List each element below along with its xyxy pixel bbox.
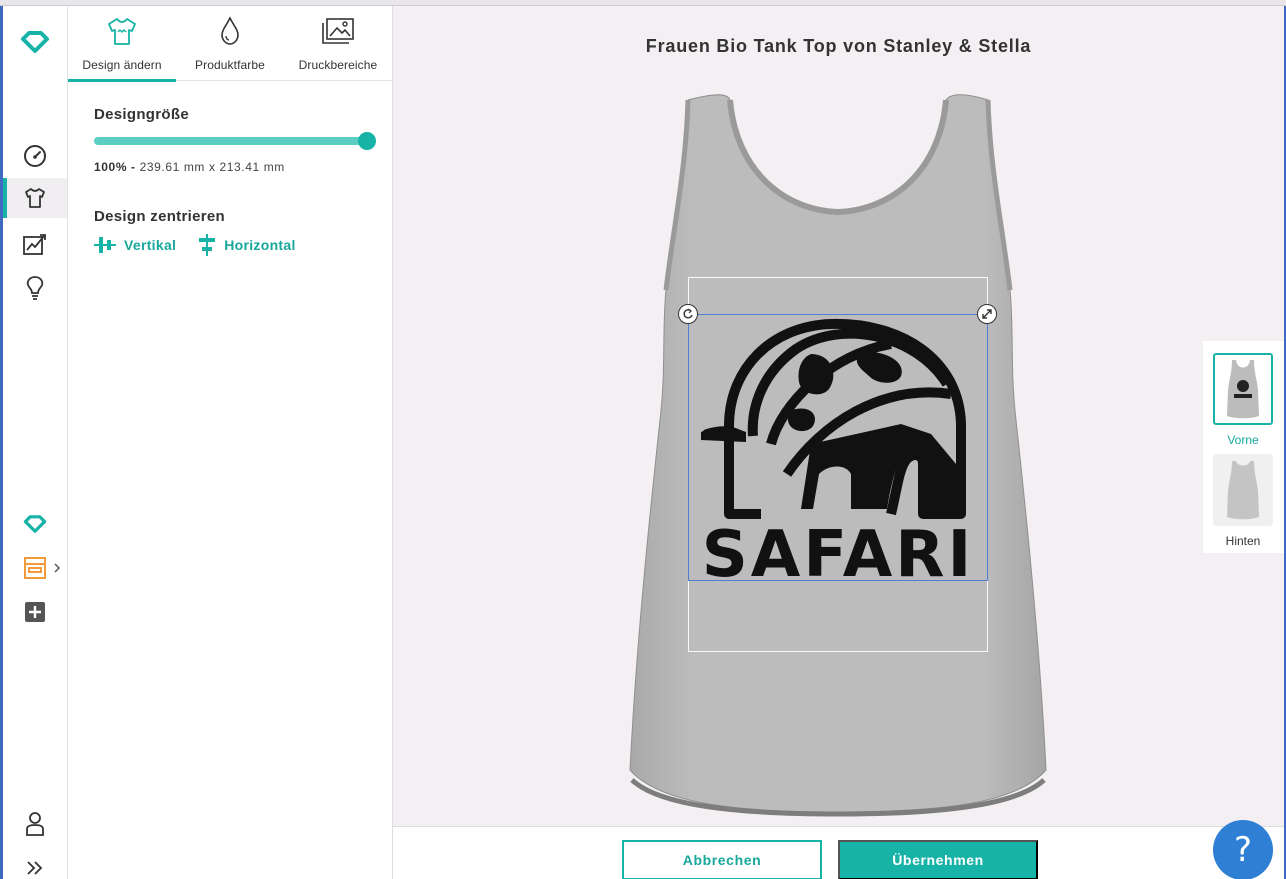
images-icon xyxy=(321,16,355,46)
center-design-title: Design zentrieren xyxy=(94,208,225,225)
preview-stage: Frauen Bio Tank Top von Stanley & Stella xyxy=(393,6,1284,826)
rail-dashboard[interactable] xyxy=(3,136,67,176)
design-size-slider[interactable] xyxy=(94,132,376,150)
rail-account[interactable] xyxy=(3,804,67,844)
rail-add[interactable] xyxy=(3,592,67,632)
view-switcher: Vorne Hinten xyxy=(1203,341,1284,553)
align-horizontal-center-icon xyxy=(199,234,216,256)
chart-image-icon xyxy=(23,234,46,255)
design-text: SAFARI xyxy=(702,518,975,580)
brand-logo[interactable] xyxy=(3,22,67,62)
lightbulb-icon xyxy=(26,276,44,300)
double-chevron-right-icon xyxy=(27,861,43,875)
tab-label: Design ändern xyxy=(82,58,162,72)
action-footer: Abbrechen Übernehmen xyxy=(393,826,1284,879)
tab-design-andern[interactable]: Design ändern xyxy=(68,6,176,82)
resize-diagonal-icon xyxy=(982,309,992,319)
center-horizontal-label: Horizontal xyxy=(224,237,296,253)
droplet-icon xyxy=(218,16,242,46)
slider-thumb[interactable] xyxy=(358,132,376,150)
scale-handle[interactable] xyxy=(977,304,997,324)
apply-button[interactable]: Übernehmen xyxy=(838,840,1038,879)
view-front-label: Vorne xyxy=(1227,433,1259,447)
rail-expand[interactable] xyxy=(3,848,67,879)
view-back-thumbnail[interactable] xyxy=(1213,454,1273,526)
rail-product-designer[interactable] xyxy=(3,178,67,218)
view-front-thumbnail[interactable] xyxy=(1213,353,1273,425)
shop-icon xyxy=(24,557,46,579)
safari-design[interactable]: SAFARI xyxy=(701,314,975,580)
design-size-title: Designgröße xyxy=(94,106,189,123)
tab-produktfarbe[interactable]: Produktfarbe xyxy=(176,6,284,81)
rail-marketplace[interactable] xyxy=(3,504,67,544)
panel-tabs: Design ändern Produktfarbe Druckbereiche xyxy=(68,6,392,82)
size-separator: - xyxy=(131,160,136,174)
center-vertical-button[interactable]: Vertikal xyxy=(94,234,176,256)
tank-top-front-thumb-icon xyxy=(1227,360,1259,419)
logo-diamond-icon xyxy=(21,31,49,53)
rotate-icon xyxy=(683,308,693,319)
center-buttons: Vertikal Horizontal xyxy=(94,234,296,256)
diamond-logo-icon xyxy=(23,515,47,533)
tank-top-back-thumb-icon xyxy=(1227,461,1259,520)
help-button[interactable]: ? xyxy=(1213,820,1273,879)
plus-square-icon xyxy=(25,602,45,622)
view-front[interactable]: Vorne xyxy=(1213,353,1273,447)
design-panel: Design ändern Produktfarbe Druckbereiche… xyxy=(68,6,393,879)
view-back[interactable]: Hinten xyxy=(1213,454,1273,548)
icon-rail xyxy=(3,6,68,879)
center-horizontal-button[interactable]: Horizontal xyxy=(198,234,295,256)
view-back-label: Hinten xyxy=(1225,534,1261,548)
size-dimensions: 239.61 mm x 213.41 mm xyxy=(139,160,285,174)
tshirt-icon xyxy=(25,188,45,208)
align-vertical-center-icon xyxy=(94,237,116,253)
tab-label: Produktfarbe xyxy=(195,58,265,72)
design-size-readout: 100% - 239.61 mm x 213.41 mm xyxy=(94,160,285,174)
rotate-handle[interactable] xyxy=(678,304,698,324)
speedometer-icon xyxy=(24,145,46,167)
cancel-button[interactable]: Abbrechen xyxy=(622,840,822,879)
chevron-right-icon xyxy=(54,563,61,573)
rail-ideas[interactable] xyxy=(3,268,67,308)
size-percent: 100% xyxy=(94,160,128,174)
rail-shop[interactable] xyxy=(3,548,67,588)
product-title: Frauen Bio Tank Top von Stanley & Stella xyxy=(645,36,1032,56)
rail-statistics[interactable] xyxy=(3,224,67,264)
tab-druckbereiche[interactable]: Druckbereiche xyxy=(284,6,392,81)
center-vertical-label: Vertikal xyxy=(124,237,177,253)
tab-label: Druckbereiche xyxy=(298,58,378,72)
tshirt-icon xyxy=(106,16,138,46)
user-icon xyxy=(26,812,44,836)
